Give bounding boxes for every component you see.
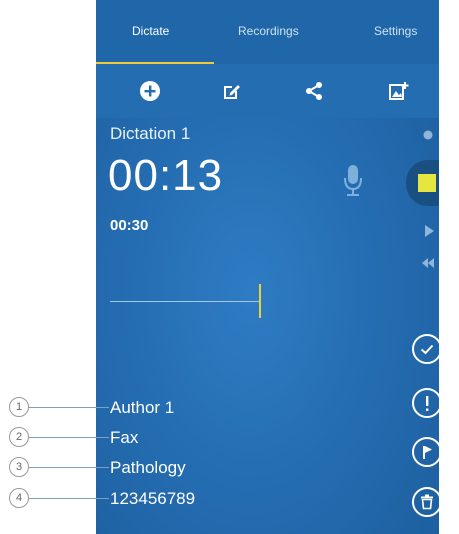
add-icon[interactable] [138, 79, 162, 103]
record-icon[interactable] [423, 130, 433, 140]
category-label: Pathology [110, 458, 186, 477]
flag-button[interactable] [412, 437, 439, 467]
total-duration: 00:30 [110, 217, 149, 234]
author-label: Author 1 [110, 398, 175, 417]
image-add-icon[interactable] [386, 79, 410, 103]
delete-icon [421, 494, 433, 510]
complete-button[interactable] [412, 334, 439, 364]
number-label: 123456789 [110, 489, 196, 508]
callout-line-1 [27, 407, 109, 408]
delete-button[interactable] [412, 487, 439, 517]
callout-line-3 [27, 467, 109, 468]
callout-line-2 [27, 437, 109, 438]
callout-marker-3: 3 [9, 457, 29, 477]
stop-icon [418, 174, 436, 192]
share-icon[interactable] [302, 79, 326, 103]
callout-marker-1: 1 [9, 397, 29, 417]
priority-icon [426, 396, 429, 411]
worktype-label: Fax [110, 428, 139, 447]
waveform-track [110, 301, 260, 302]
playback-position-cursor[interactable] [259, 284, 261, 318]
tab-recordings[interactable]: Recordings [238, 24, 299, 38]
callout-line-4 [27, 498, 109, 499]
app-screen: Dictate Recordings Settings Dictation 1 … [96, 0, 439, 534]
rewind-icon[interactable] [422, 258, 434, 268]
callout-marker-2: 2 [9, 427, 29, 447]
tab-dictate[interactable]: Dictate [132, 24, 169, 38]
dictation-title: Dictation 1 [110, 124, 191, 143]
elapsed-time: 00:13 [108, 151, 224, 200]
tab-bar: Dictate Recordings Settings [96, 0, 439, 64]
play-icon[interactable] [424, 225, 434, 237]
tab-settings[interactable]: Settings [374, 24, 417, 38]
checkmark-icon [420, 344, 434, 355]
stop-button[interactable] [406, 160, 439, 206]
edit-icon[interactable] [220, 79, 244, 103]
flag-icon [423, 446, 432, 459]
priority-button[interactable] [412, 388, 439, 418]
callout-marker-4: 4 [9, 488, 29, 508]
microphone-icon [344, 165, 362, 196]
toolbar [96, 64, 439, 118]
